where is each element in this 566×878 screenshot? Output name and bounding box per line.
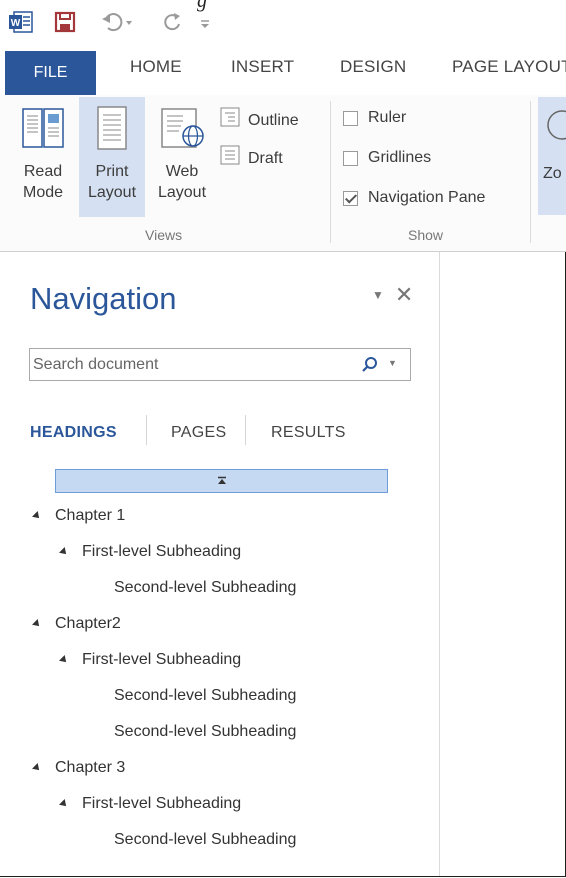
heading-label: First-level Subheading (82, 795, 242, 812)
heading-label: Second-level Subheading (114, 831, 297, 848)
views-group-label: Views (145, 227, 183, 243)
print-layout-label-1: Print (95, 163, 129, 180)
word-app-icon[interactable]: W (8, 10, 34, 36)
ribbon: Read Mode Print Layout Web Layout Outlin… (0, 95, 566, 252)
read-mode-button[interactable]: Read Mode (14, 105, 72, 203)
heading-item-level-1[interactable]: Chapter2 (32, 615, 121, 633)
heading-label: Chapter 1 (55, 507, 126, 524)
read-mode-icon (14, 105, 72, 157)
ruler-checkbox[interactable]: Ruler (343, 109, 406, 127)
zoom-icon (547, 110, 566, 140)
group-separator (330, 101, 331, 243)
tab-headings[interactable]: HEADINGS (30, 424, 117, 442)
tab-design[interactable]: DESIGN (340, 57, 406, 77)
draft-button[interactable]: Draft (220, 145, 283, 171)
tab-home[interactable]: HOME (130, 57, 182, 77)
tab-insert[interactable]: INSERT (231, 57, 294, 77)
ruler-label: Ruler (368, 109, 407, 126)
tab-results[interactable]: RESULTS (271, 424, 346, 442)
heading-label: Chapter2 (55, 615, 121, 632)
draft-label: Draft (248, 149, 283, 167)
heading-label: First-level Subheading (82, 651, 242, 668)
ribbon-tab-bar: FILE HOME INSERT DESIGN PAGE LAYOUT (0, 45, 566, 96)
navigation-pane-controls: ▼ ✕ (372, 282, 413, 308)
heading-label: Chapter 3 (55, 759, 126, 776)
search-dropdown-icon[interactable]: ▼ (388, 358, 397, 368)
heading-item-level-2[interactable]: First-level Subheading (59, 651, 242, 669)
gridlines-label: Gridlines (368, 149, 432, 166)
navigation-title: Navigation (30, 281, 177, 316)
heading-item-level-3[interactable]: Second-level Subheading (114, 579, 296, 597)
heading-label: First-level Subheading (82, 543, 242, 560)
outline-label: Outline (248, 111, 299, 129)
outline-button[interactable]: Outline (220, 107, 299, 133)
pane-options-icon[interactable]: ▼ (372, 288, 384, 302)
save-icon[interactable] (53, 10, 77, 36)
heading-item-level-3[interactable]: Second-level Subheading (114, 723, 296, 741)
svg-text:W: W (11, 18, 21, 29)
print-layout-button[interactable]: Print Layout (79, 97, 145, 217)
web-layout-button[interactable]: Web Layout (150, 105, 214, 203)
document-area[interactable] (440, 252, 564, 876)
read-mode-label-2: Mode (22, 184, 64, 201)
tab-divider (146, 415, 147, 445)
web-layout-icon (150, 105, 214, 157)
ruler-check-box[interactable] (343, 110, 358, 126)
tab-pages[interactable]: PAGES (171, 424, 226, 442)
tab-divider (245, 415, 246, 445)
draft-icon (220, 145, 240, 171)
navigation-pane-check-box[interactable] (343, 190, 358, 206)
zoom-button[interactable]: Zo (538, 97, 566, 215)
search-input[interactable] (33, 352, 343, 377)
expand-collapse-icon[interactable] (59, 655, 69, 665)
heading-item-level-2[interactable]: First-level Subheading (59, 543, 242, 561)
expand-collapse-icon[interactable] (32, 619, 42, 629)
heading-label: Second-level Subheading (114, 687, 297, 704)
tab-page-layout[interactable]: PAGE LAYOUT (452, 57, 566, 77)
heading-item-level-2[interactable]: First-level Subheading (59, 795, 242, 813)
read-mode-label-1: Read (23, 163, 63, 180)
zoom-label: Zo (543, 165, 562, 182)
web-layout-label-2: Layout (157, 184, 207, 201)
group-separator (530, 101, 531, 243)
web-layout-label-1: Web (165, 163, 199, 180)
print-layout-label-2: Layout (87, 184, 137, 201)
redo-icon[interactable] (160, 10, 184, 36)
gridlines-checkbox[interactable]: Gridlines (343, 149, 431, 167)
gridlines-check-box[interactable] (343, 150, 358, 166)
heading-item-level-1[interactable]: Chapter 3 (32, 759, 126, 777)
collapse-up-icon (217, 476, 226, 484)
expand-collapse-icon[interactable] (59, 547, 69, 557)
customize-toolbar-icon[interactable] (199, 10, 211, 36)
search-icon[interactable] (361, 356, 379, 374)
undo-icon[interactable] (100, 10, 136, 36)
expand-collapse-icon[interactable] (32, 511, 42, 521)
heading-label: Second-level Subheading (114, 579, 297, 596)
title-bar: g W (0, 0, 566, 45)
tab-file[interactable]: FILE (5, 51, 96, 95)
close-icon[interactable]: ✕ (395, 282, 413, 307)
navigation-pane: Navigation ▼ ✕ ▼ HEADINGS PAGES RESULTS … (0, 252, 440, 876)
search-box[interactable]: ▼ (29, 348, 411, 381)
expand-collapse-icon[interactable] (59, 799, 69, 809)
navigation-pane-checkbox[interactable]: Navigation Pane (343, 189, 485, 207)
collapse-all-bar[interactable] (55, 469, 388, 493)
heading-item-level-3[interactable]: Second-level Subheading (114, 687, 296, 705)
heading-item-level-3[interactable]: Second-level Subheading (114, 831, 296, 849)
heading-item-level-1[interactable]: Chapter 1 (32, 507, 126, 525)
heading-label: Second-level Subheading (114, 723, 297, 740)
print-layout-icon (79, 105, 145, 157)
expand-collapse-icon[interactable] (32, 763, 42, 773)
show-group-label: Show (408, 227, 444, 243)
outline-icon (220, 107, 240, 133)
navigation-pane-label: Navigation Pane (368, 189, 486, 206)
